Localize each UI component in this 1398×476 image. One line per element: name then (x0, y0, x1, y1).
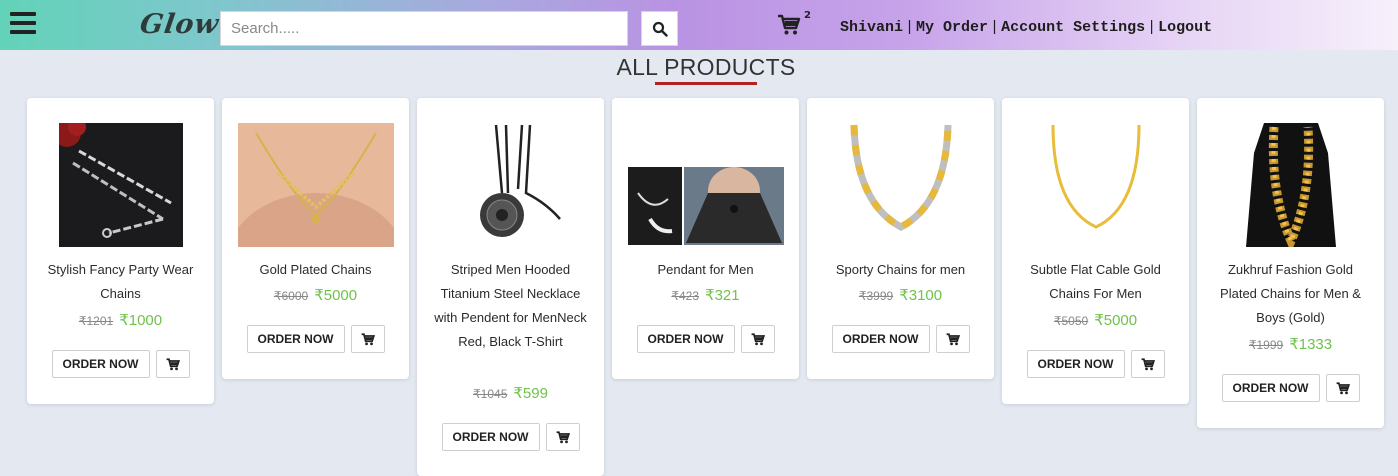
original-price: ₹5050 (1053, 314, 1089, 328)
separator: | (1147, 18, 1157, 36)
order-now-button[interactable]: ORDER NOW (1026, 350, 1125, 378)
product-card: Sporty Chains for men ₹3999 ₹3100 ORDER N… (807, 98, 994, 379)
product-card: Subtle Flat Cable Gold Chains For Men ₹5… (1002, 98, 1189, 404)
chain-image (1031, 122, 1161, 247)
user-links: Shivani | My Order | Account Settings | … (840, 17, 1212, 37)
product-card: Zukhruf Fashion Gold Plated Chains for M… (1197, 98, 1384, 428)
chain-image (836, 122, 966, 247)
product-card: Stylish Fancy Party Wear Chains ₹1201 ₹10… (27, 98, 214, 404)
search-input[interactable] (220, 11, 628, 46)
cart-icon (361, 332, 375, 345)
discounted-price: ₹599 (513, 385, 548, 402)
cart-icon (778, 14, 801, 35)
add-to-cart-button[interactable] (1325, 374, 1360, 402)
cart-icon (751, 332, 765, 345)
product-price: ₹6000 ₹5000 (222, 285, 409, 306)
product-price: ₹423 ₹321 (612, 285, 799, 306)
order-now-button[interactable]: ORDER NOW (1221, 374, 1320, 402)
product-price: ₹3999 ₹3100 (807, 285, 994, 306)
product-name[interactable]: Stylish Fancy Party Wear Chains (39, 258, 202, 306)
product-name[interactable]: Zukhruf Fashion Gold Plated Chains for M… (1209, 258, 1372, 330)
order-now-button[interactable]: ORDER NOW (51, 350, 150, 378)
original-price: ₹1999 (1248, 338, 1284, 352)
add-to-cart-button[interactable] (1130, 350, 1165, 378)
my-order-link[interactable]: My Order (916, 19, 988, 36)
chain-image (1236, 122, 1346, 247)
search-icon (652, 21, 668, 37)
discounted-price: ₹3100 (899, 287, 943, 304)
product-card: Striped Men Hooded Titanium Steel Neckla… (417, 98, 604, 476)
separator: | (905, 18, 915, 36)
add-to-cart-button[interactable] (155, 350, 190, 378)
search-button[interactable] (641, 11, 678, 46)
product-price: ₹5050 ₹5000 (1002, 310, 1189, 331)
original-price: ₹1201 (78, 314, 114, 328)
order-now-button[interactable]: ORDER NOW (636, 325, 735, 353)
original-price: ₹1045 (473, 387, 508, 401)
logout-link[interactable]: Logout (1158, 19, 1212, 36)
discounted-price: ₹5000 (1094, 312, 1138, 329)
product-name[interactable]: Subtle Flat Cable Gold Chains For Men (1014, 258, 1177, 306)
product-image[interactable] (238, 122, 394, 247)
product-price: ₹1999 ₹1333 (1197, 334, 1384, 355)
chain-image (59, 122, 183, 247)
product-image[interactable] (823, 122, 979, 247)
order-now-button[interactable]: ORDER NOW (441, 423, 540, 451)
add-to-cart-button[interactable] (350, 325, 385, 353)
cart-icon (1141, 357, 1155, 370)
brand-logo[interactable]: Glow (138, 9, 225, 43)
original-price: ₹3999 (858, 289, 894, 303)
product-image[interactable] (1018, 122, 1174, 247)
discounted-price: ₹5000 (314, 287, 358, 304)
page-title: ALL PRODUCTS (616, 54, 796, 80)
product-image[interactable] (433, 122, 589, 247)
card-actions: ORDER NOW (27, 350, 214, 378)
product-name[interactable]: Pendant for Men (624, 258, 787, 282)
product-name[interactable]: Striped Men Hooded Titanium Steel Neckla… (429, 258, 592, 354)
pendant-image (456, 122, 566, 247)
card-actions: ORDER NOW (417, 423, 604, 451)
separator: | (990, 18, 1000, 36)
menu-icon[interactable] (10, 12, 36, 34)
cart-icon (556, 430, 570, 443)
product-image[interactable] (628, 122, 784, 247)
product-image[interactable] (1213, 122, 1369, 247)
product-name[interactable]: Gold Plated Chains (234, 258, 397, 282)
top-navbar: Glow 2 Shivani | My Order | Account Sett… (0, 0, 1398, 50)
discounted-price: ₹321 (705, 287, 740, 304)
chain-image (238, 122, 394, 247)
cart-link[interactable]: 2 (777, 10, 817, 38)
discounted-price: ₹1333 (1289, 336, 1333, 353)
card-actions: ORDER NOW (1197, 374, 1384, 402)
order-now-button[interactable]: ORDER NOW (831, 325, 930, 353)
cart-icon (946, 332, 960, 345)
title-underline (655, 82, 757, 85)
user-name-link[interactable]: Shivani (840, 19, 903, 36)
product-image[interactable] (43, 122, 199, 247)
add-to-cart-button[interactable] (545, 423, 580, 451)
product-name[interactable]: Sporty Chains for men (819, 258, 982, 282)
cart-icon (1336, 381, 1350, 394)
add-to-cart-button[interactable] (740, 325, 775, 353)
card-actions: ORDER NOW (222, 325, 409, 353)
product-card: Pendant for Men ₹423 ₹321 ORDER NOW (612, 98, 799, 379)
product-price: ₹1045 ₹599 (417, 383, 604, 404)
original-price: ₹6000 (273, 289, 309, 303)
cart-count-badge: 2 (804, 10, 811, 21)
pendant-image (628, 122, 784, 247)
account-settings-link[interactable]: Account Settings (1001, 19, 1145, 36)
card-actions: ORDER NOW (807, 325, 994, 353)
original-price: ₹423 (671, 289, 700, 303)
order-now-button[interactable]: ORDER NOW (246, 325, 345, 353)
card-actions: ORDER NOW (1002, 350, 1189, 378)
discounted-price: ₹1000 (119, 312, 163, 329)
cart-icon (166, 357, 180, 370)
add-to-cart-button[interactable] (935, 325, 970, 353)
product-price: ₹1201 ₹1000 (27, 310, 214, 331)
product-card: Gold Plated Chains ₹6000 ₹5000 ORDER NOW (222, 98, 409, 379)
card-actions: ORDER NOW (612, 325, 799, 353)
